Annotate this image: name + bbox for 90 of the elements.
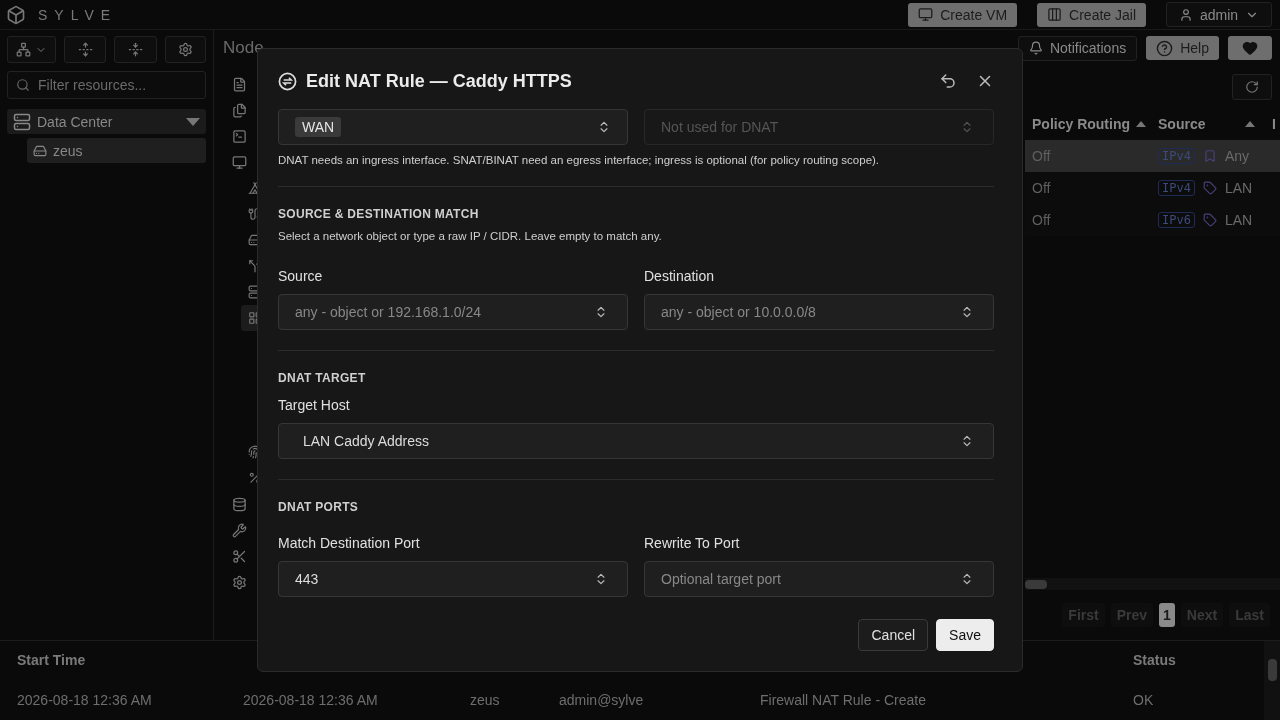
table-cell-text: admin@sylve: [558, 692, 645, 708]
section-heading: DNAT PORTS: [278, 500, 360, 514]
settings-button[interactable]: [165, 36, 206, 63]
column-header: Status: [1132, 651, 1177, 670]
cancel-button[interactable]: Cancel: [858, 619, 929, 651]
bookmark-icon: [1202, 149, 1217, 163]
collapse-icon: [128, 42, 144, 57]
select-field[interactable]: any - object or 192.168.1.0/24: [278, 294, 628, 330]
save-button[interactable]: Save: [936, 619, 994, 651]
monitor-icon: [918, 7, 934, 22]
table-cell-text: OK: [1132, 692, 1155, 708]
interface-select[interactable]: WAN: [278, 109, 628, 145]
columns-icon: [1047, 7, 1063, 22]
section-heading: SOURCE & DESTINATION MATCH: [278, 207, 480, 221]
reset-button[interactable]: [939, 72, 957, 90]
expand-icon: [77, 42, 93, 57]
table-cell: LAN: [1224, 180, 1253, 196]
field-label: Source: [278, 268, 324, 284]
expand-button[interactable]: [63, 36, 107, 63]
select-field[interactable]: LAN Caddy Address: [278, 423, 994, 459]
database-icon: [231, 496, 247, 512]
tag-icon: [1202, 213, 1217, 227]
bell-icon: [1028, 41, 1043, 55]
refresh-button[interactable]: [1232, 74, 1272, 100]
table-cell-text: 2026-08-18 12:36 AM: [16, 692, 153, 708]
monitor-icon: [231, 154, 247, 170]
server-icon: [13, 112, 31, 131]
wrench-icon: [231, 522, 247, 538]
refresh-icon: [1245, 80, 1259, 94]
user-menu[interactable]: admin: [1166, 2, 1272, 27]
column-header: Policy Routing: [1025, 116, 1151, 132]
table-cell: Any: [1224, 148, 1250, 164]
table-cell-text: Off: [1031, 180, 1052, 196]
vertical-scrollbar[interactable]: [1264, 641, 1280, 720]
logo-icon: [6, 4, 26, 25]
select-field[interactable]: 443: [278, 561, 628, 597]
tag-icon: [1202, 181, 1217, 195]
brand-name: SYLVE: [38, 6, 118, 23]
files-icon: [231, 102, 247, 118]
sort-icon: [1136, 121, 1146, 127]
section-heading: DNAT TARGET: [278, 371, 367, 385]
table-cell-text: 2026-08-18 12:36 AM: [242, 692, 379, 708]
network-icon: [15, 42, 31, 57]
file-icon: [231, 76, 247, 92]
table-cell-text: Off: [1031, 212, 1052, 228]
select-field[interactable]: Optional target port: [644, 561, 994, 597]
search-icon: [16, 78, 30, 92]
user-icon: [1178, 7, 1193, 22]
interface-tag: WAN: [295, 117, 342, 137]
breadcrumb-item: Node: [223, 38, 264, 58]
hint-text: DNAT needs an ingress interface. SNAT/BINAT need an egress interface; ingress is optional (for policy routing scope).: [278, 154, 881, 166]
header-button[interactable]: Create Jail: [1037, 2, 1146, 27]
table-cell: LAN: [1224, 212, 1253, 228]
swap-icon: [278, 71, 297, 91]
help-button[interactable]: Help: [1146, 36, 1219, 60]
horizontal-scrollbar[interactable]: [1025, 578, 1280, 590]
heart-icon: [1242, 40, 1258, 56]
column-header: Start Time: [16, 651, 87, 670]
notifications-button[interactable]: Notifications: [1017, 35, 1138, 61]
field-label: Target Host: [278, 397, 351, 413]
header-button[interactable]: Create VM: [908, 2, 1018, 27]
ip-family-tag: IPv6: [1158, 212, 1195, 228]
column-header: Source: [1151, 116, 1265, 132]
undo-icon: [939, 72, 957, 90]
favorite-button[interactable]: [1228, 36, 1272, 60]
collapse-button[interactable]: [114, 36, 158, 63]
ip-family-tag: IPv4: [1158, 148, 1195, 164]
scissors-icon: [231, 548, 247, 564]
drive-icon: [33, 143, 47, 158]
field-label: Destination: [644, 268, 716, 284]
dialog-title: Edit NAT Rule — Caddy HTTPS: [306, 70, 573, 92]
settings-icon: [231, 574, 247, 590]
tree-item[interactable]: zeus: [27, 138, 206, 163]
ip-family-tag: IPv4: [1158, 180, 1195, 196]
section-description: Select a network object or type a raw IP / CIDR. Leave empty to match any.: [278, 230, 663, 242]
table-cell-text: Firewall NAT Rule - Create: [759, 692, 927, 708]
help-icon: [1156, 39, 1174, 57]
filter-field[interactable]: Filter resources...: [7, 71, 206, 99]
tree-view-button[interactable]: [7, 36, 56, 63]
tree-item[interactable]: Data Center: [7, 109, 206, 134]
column-header: I: [1271, 116, 1277, 132]
field-label: Match Destination Port: [278, 535, 421, 551]
caret-down-icon: [186, 117, 200, 126]
settings-icon: [178, 42, 194, 57]
page-button[interactable]: 1: [1159, 603, 1175, 627]
sort-icon: [1245, 121, 1255, 127]
select-field[interactable]: any - object or 10.0.0.0/8: [644, 294, 994, 330]
table-cell-text: zeus: [469, 692, 501, 708]
field-label: Rewrite To Port: [644, 535, 741, 551]
terminal-icon: [231, 128, 247, 144]
